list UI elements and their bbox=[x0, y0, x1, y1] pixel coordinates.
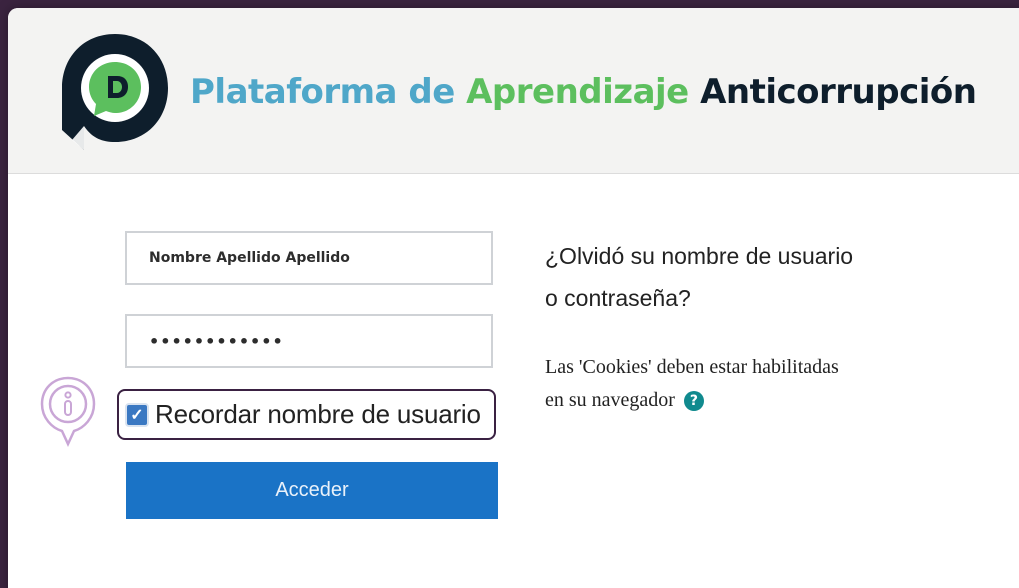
help-icon[interactable]: ? bbox=[683, 391, 704, 412]
remember-checkbox[interactable]: ✓ bbox=[125, 402, 149, 427]
brand-title: Plataforma de Aprendizaje Anticorrupción bbox=[190, 72, 977, 112]
forgot-credentials-link[interactable]: ¿Olvidó su nombre de usuario o contraseñ… bbox=[545, 235, 945, 319]
brand-word-anticorrupcion: Anticorrupción bbox=[700, 72, 977, 112]
pda-logo-icon[interactable] bbox=[56, 30, 174, 152]
remember-username-row[interactable]: ✓ Recordar nombre de usuario bbox=[117, 389, 496, 440]
login-button[interactable]: Acceder bbox=[126, 462, 498, 519]
forgot-line-1[interactable]: ¿Olvidó su nombre de usuario bbox=[545, 235, 945, 277]
login-card: Plataforma de Aprendizaje Anticorrupción… bbox=[8, 8, 1019, 588]
password-input[interactable] bbox=[125, 314, 493, 368]
info-pin-icon bbox=[40, 376, 96, 447]
cookies-line-2: en su navegador bbox=[545, 389, 675, 411]
remember-label[interactable]: Recordar nombre de usuario bbox=[155, 399, 481, 430]
brand-word-de: de bbox=[408, 72, 455, 112]
cookies-notice: Las 'Cookies' deben estar habilitadas en… bbox=[545, 351, 945, 417]
forgot-line-2[interactable]: o contraseña? bbox=[545, 277, 945, 319]
cookies-line-2-wrap: en su navegador ? bbox=[545, 384, 945, 417]
cookies-line-1: Las 'Cookies' deben estar habilitadas bbox=[545, 356, 839, 378]
page-header: Plataforma de Aprendizaje Anticorrupción bbox=[8, 8, 1019, 174]
username-input[interactable] bbox=[125, 231, 493, 285]
brand-word-aprendizaje: Aprendizaje bbox=[466, 72, 689, 112]
brand-word-plataforma: Plataforma bbox=[190, 72, 398, 112]
